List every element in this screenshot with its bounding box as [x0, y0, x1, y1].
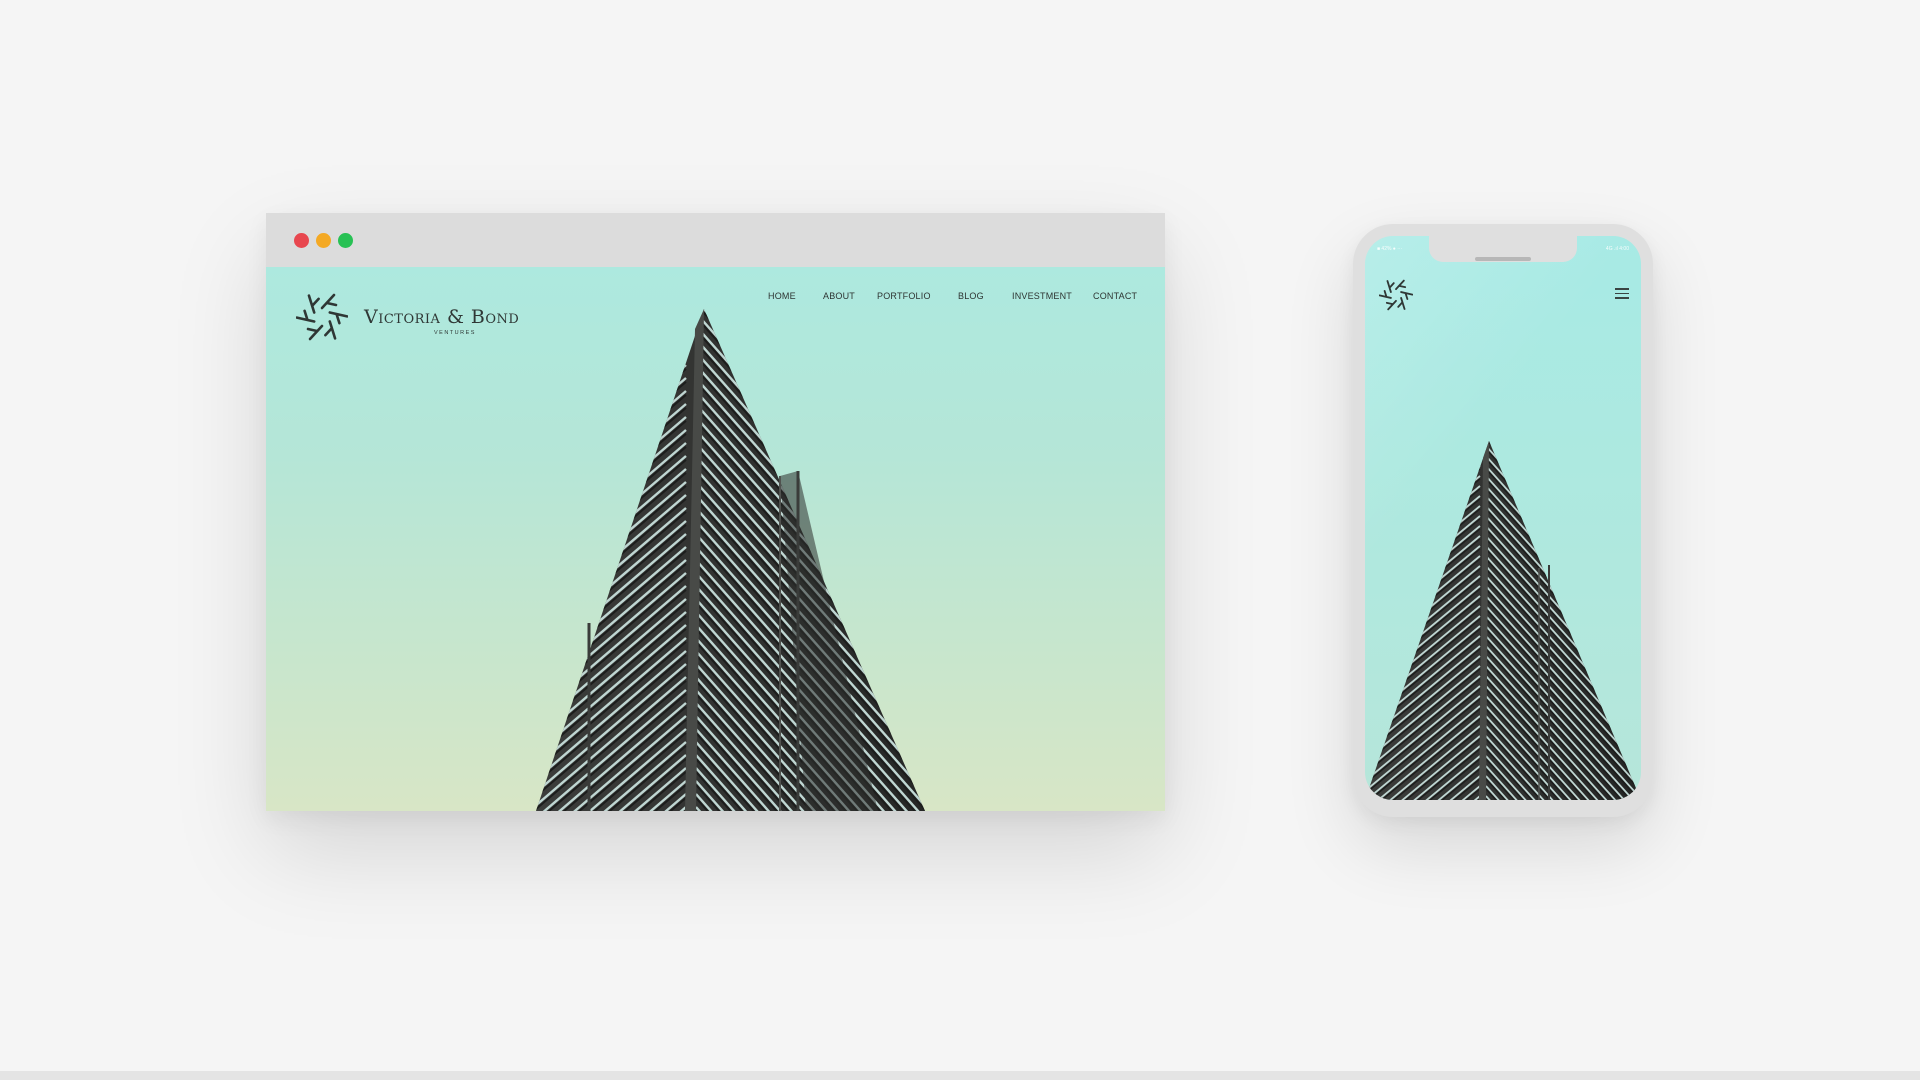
status-bar-right: 4G .ıl 4:00 — [1605, 246, 1629, 252]
logo-arm — [1397, 297, 1406, 310]
logo-arm — [1385, 299, 1397, 311]
page-bottom-rule — [0, 1071, 1920, 1080]
window-stripe-shadow — [536, 316, 687, 448]
site-brand-tagline: VENTURES — [434, 330, 476, 336]
site-nav: HOME ABOUT PORTFOLIO BLOG INVESTMENT CON… — [266, 290, 1165, 304]
skyscraper-hero-image — [536, 309, 925, 811]
window-close-button[interactable] — [294, 233, 309, 248]
pinwheel-logo-icon[interactable] — [1379, 278, 1413, 312]
status-bar-left: ■ 42% ● ··· — [1377, 246, 1403, 252]
nav-blog[interactable]: BLOG — [958, 290, 984, 302]
logo-arm — [324, 320, 337, 340]
nav-portfolio[interactable]: PORTFOLIO — [877, 290, 931, 302]
window-stripe-shadow — [536, 309, 687, 422]
window-maximize-button[interactable] — [338, 233, 353, 248]
window-stripe — [536, 312, 687, 444]
logo-arm — [1395, 279, 1407, 291]
window-stripe — [536, 309, 687, 418]
nav-about[interactable]: ABOUT — [823, 290, 855, 302]
nav-investment[interactable]: INVESTMENT — [1012, 290, 1072, 302]
logo-arm — [1400, 291, 1413, 300]
nav-contact[interactable]: CONTACT — [1093, 290, 1137, 302]
mobile-phone-mockup: ■ 42% ● ··· 4G .ıl 4:00 — [1353, 224, 1653, 817]
hamburger-menu-icon[interactable] — [1615, 288, 1629, 299]
website-hero: Victoria & Bond VENTURES HOME ABOUT PORT… — [266, 267, 1165, 811]
browser-title-bar — [266, 213, 1165, 267]
mobile-website-screen: ■ 42% ● ··· 4G .ıl 4:00 — [1365, 236, 1641, 800]
phone-speaker — [1475, 257, 1531, 261]
site-brand-name: Victoria & Bond — [364, 306, 520, 328]
window-minimize-button[interactable] — [316, 233, 331, 248]
window-stripe — [536, 309, 687, 431]
desktop-browser-mockup: Victoria & Bond VENTURES HOME ABOUT PORT… — [266, 213, 1165, 811]
logo-arm — [1379, 290, 1392, 299]
logo-arm — [306, 324, 324, 341]
logo-arm — [1386, 280, 1395, 293]
window-stripe-shadow — [536, 309, 687, 435]
logo-arm — [328, 311, 348, 325]
logo-arm — [296, 309, 316, 323]
nav-home[interactable]: HOME — [768, 290, 796, 302]
skyscraper-hero-image-mobile — [1365, 236, 1641, 800]
